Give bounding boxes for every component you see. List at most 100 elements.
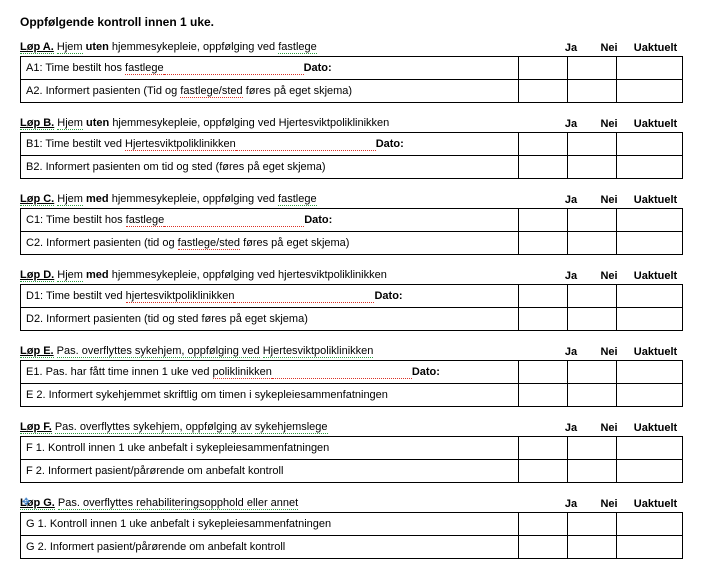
check-uaktuelt[interactable]	[617, 384, 683, 407]
col-header-uaktuelt: Uaktuelt	[628, 270, 683, 282]
check-uaktuelt[interactable]	[617, 133, 683, 156]
section-a: Løp A. Hjem uten hjemmesykepleie, oppføl…	[20, 41, 683, 103]
table-row: G 2. Informert pasient/pårørende om anbe…	[21, 536, 683, 559]
check-ja[interactable]	[519, 209, 568, 232]
table-row: F 1. Kontroll innen 1 uke anbefalt i syk…	[21, 437, 683, 460]
check-ja[interactable]	[519, 133, 568, 156]
col-header-uaktuelt: Uaktuelt	[628, 346, 683, 358]
col-header-uaktuelt: Uaktuelt	[628, 194, 683, 206]
checklist-table: E1. Pas. har fått time innen 1 uke ved p…	[20, 360, 683, 407]
check-uaktuelt[interactable]	[617, 308, 683, 331]
checklist-table: G 1. Kontroll innen 1 uke anbefalt i syk…	[20, 512, 683, 559]
row-text: E1. Pas. har fått time innen 1 uke ved p…	[21, 361, 519, 384]
row-text: F 1. Kontroll innen 1 uke anbefalt i syk…	[21, 437, 519, 460]
check-uaktuelt[interactable]	[617, 80, 683, 103]
check-ja[interactable]	[519, 57, 568, 80]
check-ja[interactable]	[519, 308, 568, 331]
check-uaktuelt[interactable]	[617, 232, 683, 255]
col-header-uaktuelt: Uaktuelt	[628, 422, 683, 434]
check-nei[interactable]	[568, 285, 617, 308]
check-ja[interactable]	[519, 361, 568, 384]
check-ja[interactable]	[519, 536, 568, 559]
table-row: B1: Time bestilt ved Hjertesviktpoliklin…	[21, 133, 683, 156]
check-nei[interactable]	[568, 384, 617, 407]
check-nei[interactable]	[568, 80, 617, 103]
row-text: G 1. Kontroll innen 1 uke anbefalt i syk…	[21, 513, 519, 536]
section-header: Løp B. Hjem uten hjemmesykepleie, oppføl…	[20, 117, 552, 130]
check-uaktuelt[interactable]	[617, 361, 683, 384]
table-row: A2. Informert pasienten (Tid og fastlege…	[21, 80, 683, 103]
col-header-nei: Nei	[590, 42, 628, 54]
row-text: F 2. Informert pasient/pårørende om anbe…	[21, 460, 519, 483]
row-text: D2. Informert pasienten (tid og sted før…	[21, 308, 519, 331]
col-header-nei: Nei	[590, 270, 628, 282]
col-header-uaktuelt: Uaktuelt	[628, 118, 683, 130]
row-text: G 2. Informert pasient/pårørende om anbe…	[21, 536, 519, 559]
col-header-ja: Ja	[552, 194, 590, 206]
check-nei[interactable]	[568, 232, 617, 255]
check-ja[interactable]	[519, 384, 568, 407]
check-uaktuelt[interactable]	[617, 156, 683, 179]
col-header-nei: Nei	[590, 118, 628, 130]
checklist-table: F 1. Kontroll innen 1 uke anbefalt i syk…	[20, 436, 683, 483]
section-header: Løp G. Pas. overflyttes rehabiliteringso…	[20, 497, 552, 510]
table-row: D1: Time bestilt ved hjertesviktpoliklin…	[21, 285, 683, 308]
section-g: ✥Løp G. Pas. overflyttes rehabiliterings…	[20, 497, 683, 559]
col-header-ja: Ja	[552, 422, 590, 434]
check-nei[interactable]	[568, 361, 617, 384]
check-nei[interactable]	[568, 57, 617, 80]
section-f: Løp F. Pas. overflyttes sykehjem, oppføl…	[20, 421, 683, 483]
table-anchor-icon: ✥	[22, 497, 30, 508]
checklist-table: D1: Time bestilt ved hjertesviktpoliklin…	[20, 284, 683, 331]
check-uaktuelt[interactable]	[617, 437, 683, 460]
check-nei[interactable]	[568, 133, 617, 156]
col-header-ja: Ja	[552, 498, 590, 510]
check-ja[interactable]	[519, 513, 568, 536]
check-nei[interactable]	[568, 156, 617, 179]
checklist-table: C1: Time bestilt hos fastlegeDato:C2. In…	[20, 208, 683, 255]
section-header: Løp C. Hjem med hjemmesykepleie, oppfølg…	[20, 193, 552, 206]
row-text: E 2. Informert sykehjemmet skriftlig om …	[21, 384, 519, 407]
check-uaktuelt[interactable]	[617, 57, 683, 80]
table-row: B2. Informert pasienten om tid og sted (…	[21, 156, 683, 179]
check-ja[interactable]	[519, 156, 568, 179]
col-header-nei: Nei	[590, 346, 628, 358]
check-uaktuelt[interactable]	[617, 536, 683, 559]
check-ja[interactable]	[519, 285, 568, 308]
col-header-nei: Nei	[590, 422, 628, 434]
check-ja[interactable]	[519, 437, 568, 460]
row-text: B2. Informert pasienten om tid og sted (…	[21, 156, 519, 179]
check-nei[interactable]	[568, 460, 617, 483]
col-header-ja: Ja	[552, 118, 590, 130]
check-uaktuelt[interactable]	[617, 285, 683, 308]
check-nei[interactable]	[568, 209, 617, 232]
check-ja[interactable]	[519, 460, 568, 483]
check-uaktuelt[interactable]	[617, 209, 683, 232]
row-text: C2. Informert pasienten (tid og fastlege…	[21, 232, 519, 255]
check-nei[interactable]	[568, 513, 617, 536]
check-ja[interactable]	[519, 232, 568, 255]
section-header: Løp F. Pas. overflyttes sykehjem, oppføl…	[20, 421, 552, 434]
col-header-uaktuelt: Uaktuelt	[628, 42, 683, 54]
table-row: C2. Informert pasienten (tid og fastlege…	[21, 232, 683, 255]
section-header: Løp E. Pas. overflyttes sykehjem, oppføl…	[20, 345, 552, 358]
table-row: A1: Time bestilt hos fastlegeDato:	[21, 57, 683, 80]
table-row: D2. Informert pasienten (tid og sted før…	[21, 308, 683, 331]
check-nei[interactable]	[568, 308, 617, 331]
section-d: Løp D. Hjem med hjemmesykepleie, oppfølg…	[20, 269, 683, 331]
check-uaktuelt[interactable]	[617, 513, 683, 536]
section-header: Løp D. Hjem med hjemmesykepleie, oppfølg…	[20, 269, 552, 282]
check-nei[interactable]	[568, 536, 617, 559]
row-text: A2. Informert pasienten (Tid og fastlege…	[21, 80, 519, 103]
section-header: Løp A. Hjem uten hjemmesykepleie, oppføl…	[20, 41, 552, 54]
col-header-ja: Ja	[552, 346, 590, 358]
check-nei[interactable]	[568, 437, 617, 460]
row-text: B1: Time bestilt ved Hjertesviktpoliklin…	[21, 133, 519, 156]
table-row: E1. Pas. har fått time innen 1 uke ved p…	[21, 361, 683, 384]
check-uaktuelt[interactable]	[617, 460, 683, 483]
row-text: A1: Time bestilt hos fastlegeDato:	[21, 57, 519, 80]
row-text: D1: Time bestilt ved hjertesviktpoliklin…	[21, 285, 519, 308]
table-row: G 1. Kontroll innen 1 uke anbefalt i syk…	[21, 513, 683, 536]
check-ja[interactable]	[519, 80, 568, 103]
checklist-table: B1: Time bestilt ved Hjertesviktpoliklin…	[20, 132, 683, 179]
